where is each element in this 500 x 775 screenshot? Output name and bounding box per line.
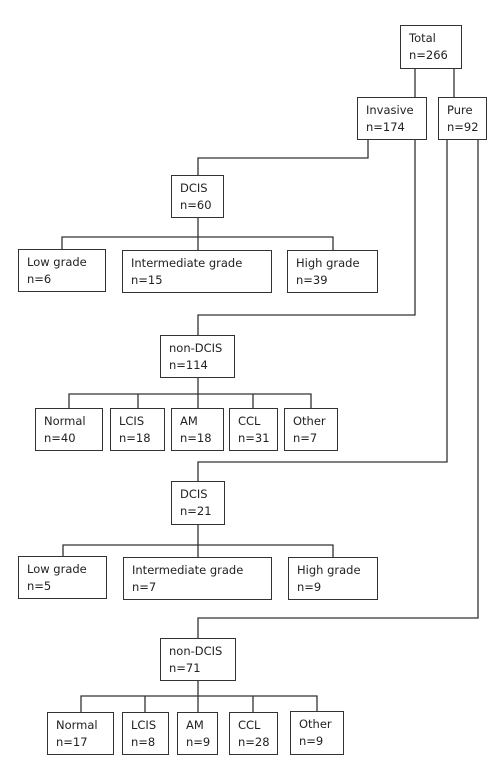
node-pure-nondcis-am: AM n=9: [177, 712, 218, 755]
flow-diagram: Total n=266 Invasive n=174 Pure n=92 DCIS n=…: [0, 0, 500, 775]
node-pure-dcis-low: Low grade n=5: [18, 556, 107, 599]
node-count: n=9: [186, 734, 211, 749]
node-invasive-nondcis-normal: Normal n=40: [35, 408, 103, 451]
node-count: n=18: [180, 430, 212, 445]
node-pure-nondcis-ccl: CCL n=28: [229, 712, 278, 755]
node-label: Total: [409, 31, 436, 45]
node-invasive-nondcis-ccl: CCL n=31: [229, 408, 278, 451]
node-pure-nondcis-normal: Normal n=17: [47, 712, 114, 755]
node-total: Total n=266: [400, 25, 462, 69]
node-pure-nondcis-lcis: LCIS n=8: [122, 712, 169, 755]
node-count: n=31: [238, 430, 270, 445]
node-count: n=15: [131, 272, 163, 287]
connector-dcis60-children: [61, 218, 334, 250]
node-label: non-DCIS: [169, 644, 223, 658]
node-count: n=18: [119, 430, 151, 445]
node-label: LCIS: [131, 718, 157, 732]
node-label: non-DCIS: [169, 341, 223, 355]
connector-nondcis114-children: [68, 378, 312, 408]
node-invasive-dcis: DCIS n=60: [171, 175, 224, 218]
node-label: High grade: [297, 563, 361, 577]
node-invasive-nondcis-lcis: LCIS n=18: [110, 408, 165, 451]
node-count: n=9: [297, 579, 322, 594]
node-count: n=39: [296, 272, 328, 287]
node-count: n=60: [180, 197, 212, 212]
node-label: Pure: [447, 103, 473, 117]
connector-invasive-dcis: [197, 140, 369, 175]
node-pure-nondcis-other: Other n=9: [290, 711, 344, 755]
connector-nondcis71-children: [80, 681, 318, 712]
node-count: n=71: [169, 660, 201, 675]
node-count: n=17: [56, 734, 88, 749]
node-count: n=92: [447, 119, 479, 134]
node-count: n=7: [132, 579, 157, 594]
node-pure-dcis: DCIS n=21: [171, 481, 225, 525]
node-count: n=7: [293, 430, 318, 445]
node-label: Normal: [44, 414, 86, 428]
node-invasive-nondcis-other: Other n=7: [284, 408, 338, 451]
node-invasive: Invasive n=174: [357, 97, 427, 140]
node-invasive-dcis-high: High grade n=39: [287, 250, 378, 293]
node-count: n=28: [238, 734, 270, 749]
node-count: n=5: [27, 578, 52, 593]
node-invasive-dcis-low: Low grade n=6: [18, 249, 106, 292]
node-count: n=21: [180, 503, 212, 518]
node-count: n=174: [366, 119, 405, 134]
node-label: Invasive: [366, 103, 414, 117]
node-count: n=6: [27, 271, 52, 286]
node-pure-dcis-intermediate: Intermediate grade n=7: [123, 557, 272, 600]
node-label: CCL: [238, 414, 261, 428]
node-label: AM: [180, 414, 198, 428]
node-pure-nondcis: non-DCIS n=71: [160, 638, 236, 681]
node-label: CCL: [238, 718, 261, 732]
node-label: Intermediate grade: [131, 256, 243, 270]
node-label: AM: [186, 718, 204, 732]
node-label: DCIS: [180, 487, 208, 501]
node-invasive-dcis-intermediate: Intermediate grade n=15: [122, 250, 272, 293]
connector-dcis21-children: [62, 525, 334, 557]
node-count: n=40: [44, 430, 76, 445]
node-label: Intermediate grade: [132, 563, 244, 577]
node-invasive-nondcis-am: AM n=18: [171, 408, 224, 451]
node-pure: Pure n=92: [438, 97, 487, 140]
node-label: DCIS: [180, 181, 208, 195]
node-label: High grade: [296, 256, 360, 270]
node-count: n=8: [131, 734, 156, 749]
node-count: n=114: [169, 357, 208, 372]
node-label: Normal: [56, 718, 98, 732]
node-label: Other: [299, 717, 332, 731]
node-pure-dcis-high: High grade n=9: [288, 557, 378, 600]
node-label: Low grade: [27, 255, 87, 269]
node-count: n=266: [409, 47, 448, 62]
node-invasive-nondcis: non-DCIS n=114: [160, 335, 235, 378]
node-label: Other: [293, 414, 326, 428]
node-count: n=9: [299, 733, 324, 748]
node-label: LCIS: [119, 414, 145, 428]
node-label: Low grade: [27, 562, 87, 576]
